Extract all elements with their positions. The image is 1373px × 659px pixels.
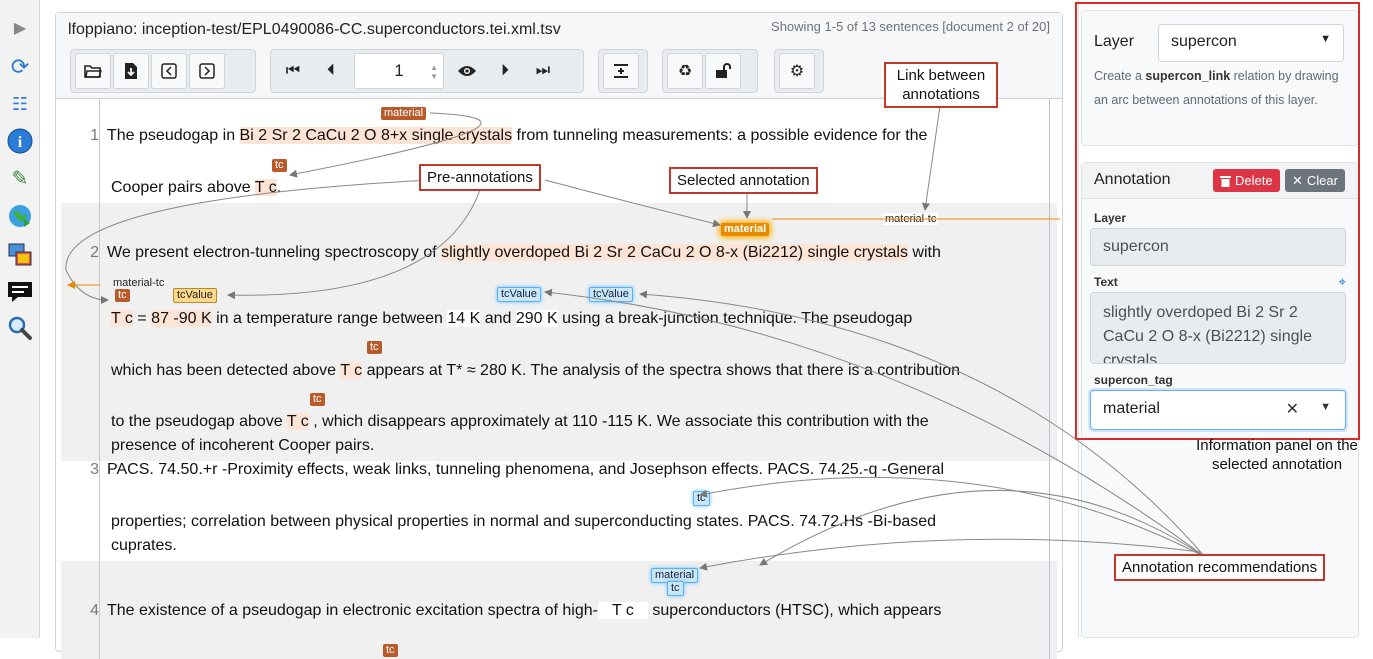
annotated-span-tc[interactable]: T c [340, 362, 363, 379]
label-material-selected[interactable]: material [721, 223, 770, 236]
info-panel-note: Information panel on the selected annotat… [1196, 437, 1358, 473]
pre-annotations-callout: Pre-annotations [419, 164, 541, 191]
document-toolbar [70, 49, 256, 93]
previous-document-button[interactable] [151, 53, 187, 89]
previous-page-button[interactable]: ⏴ [313, 53, 349, 89]
line-wrap-button[interactable] [603, 53, 639, 89]
annotation-editor: lfoppiano: inception-test/EPL0490086-CC.… [55, 12, 1063, 659]
label-tc[interactable]: tc [310, 393, 325, 406]
recommended-span[interactable]: 14 K [447, 310, 481, 327]
gutter-divider [99, 99, 100, 659]
sentence-number: 1 [90, 127, 99, 144]
forward-icon[interactable]: ▶ [5, 14, 35, 44]
next-document-button[interactable] [189, 53, 225, 89]
first-page-button[interactable]: ⏮ [275, 53, 311, 89]
sentence-line: Cooper pairs above T c. [111, 179, 282, 196]
label-tc[interactable]: tc [115, 289, 130, 302]
recommended-span[interactable]: 290 K [515, 310, 558, 327]
workflow-toolbar: ♻ [662, 49, 758, 93]
layout-toolbar [598, 49, 648, 93]
annotated-span-tc[interactable]: T c [286, 413, 309, 430]
page-spinner-icon[interactable]: ▲ ▼ [430, 63, 438, 81]
info-icon[interactable]: i [5, 126, 35, 156]
link-callout: Link between annotations [884, 62, 998, 108]
sentence-status: Showing 1-5 of 13 sentences [document 2 … [771, 19, 1050, 34]
label-tc[interactable]: tc [367, 341, 382, 354]
sentence-line: The existence of a pseudogap in electron… [107, 602, 942, 619]
globe-icon[interactable] [5, 201, 35, 231]
label-tcvalue[interactable]: tcValue [173, 288, 217, 303]
page-number-value: 1 [394, 61, 404, 80]
gear-icon[interactable]: ⚙ [779, 53, 815, 89]
sentence-line: PACS. 74.50.+r -Proximity effects, weak … [107, 461, 945, 478]
label-tc[interactable]: tc [383, 644, 398, 657]
relation-label[interactable]: material-tc [111, 277, 166, 289]
next-page-button[interactable]: ⏵ [487, 53, 523, 89]
export-document-button[interactable] [113, 53, 149, 89]
recommendation-tc[interactable]: tc [667, 581, 684, 596]
icon-rail: ▶ ⟳ ☷ i ✎ [0, 0, 40, 638]
page-number-input[interactable]: 1 ▲ ▼ [354, 53, 444, 89]
sentence-line: We present electron-tunneling spectrosco… [107, 244, 941, 261]
sentence-number: 2 [90, 244, 99, 261]
comment-icon[interactable] [5, 277, 35, 307]
sentence-line: presence of incoherent Cooper pairs. [111, 437, 375, 454]
sentence-line: cuprates. [111, 537, 177, 554]
navigation-toolbar: ⏮ ⏴ 1 ▲ ▼ ⏵ ⏭ [270, 49, 584, 93]
annotated-span-material[interactable]: Bi 2 Sr 2 CaCu 2 O 8+x single crystals [239, 127, 513, 144]
relation-label[interactable]: material-tc [883, 213, 939, 225]
unlock-icon[interactable] [705, 53, 741, 89]
right-border [1049, 99, 1050, 659]
tags-icon[interactable]: ✎ [5, 164, 35, 194]
label-tc[interactable]: tc [272, 159, 287, 172]
recommendation-tcvalue[interactable]: tcValue [589, 287, 633, 302]
annotated-span-material-selected[interactable]: slightly overdoped Bi 2 Sr 2 CaCu 2 O 8-… [441, 244, 908, 261]
sentence-view: 1 The pseudogap in Bi 2 Sr 2 CaCu 2 O 8+… [61, 99, 1057, 659]
annotated-span-tc[interactable]: T c [111, 310, 133, 327]
recommended-span[interactable]: T c [597, 602, 648, 619]
recycle-icon[interactable]: ♻ [667, 53, 703, 89]
sentence-line: to the pseudogap above T c , which disap… [111, 413, 929, 430]
images-icon[interactable] [5, 240, 35, 270]
recommended-span[interactable]: superconducting [574, 513, 692, 530]
layout-icon[interactable]: ☷ [5, 89, 35, 119]
search-icon[interactable] [5, 313, 35, 343]
recommendations-callout: Annotation recommendations [1114, 554, 1326, 581]
document-title: lfoppiano: inception-test/EPL0490086-CC.… [68, 21, 561, 38]
sentence-number: 3 [90, 461, 99, 478]
annotated-span-tc[interactable]: T c [254, 179, 277, 196]
last-page-button[interactable]: ⏭ [525, 53, 561, 89]
svg-text:i: i [18, 134, 23, 151]
label-material[interactable]: material [381, 107, 427, 120]
recommendation-tc[interactable]: tc [693, 491, 710, 506]
recommendation-tcvalue[interactable]: tcValue [497, 287, 541, 302]
info-panel-highlight [1075, 2, 1360, 440]
eye-icon[interactable] [449, 53, 485, 89]
sentence-line: properties; correlation between physical… [111, 513, 937, 530]
sentence-number: 4 [90, 602, 99, 619]
selected-annotation-callout: Selected annotation [669, 167, 818, 194]
sync-icon[interactable]: ⟳ [5, 52, 35, 82]
sentence-line: The pseudogap in Bi 2 Sr 2 CaCu 2 O 8+x … [107, 127, 928, 144]
settings-toolbar: ⚙ [774, 49, 824, 93]
sentence-line: T c = 87 -90 K in a temperature range be… [111, 310, 913, 327]
open-document-button[interactable] [75, 53, 111, 89]
annotated-span-tcvalue[interactable]: 87 -90 K [151, 310, 212, 327]
sentence-line: which has been detected above T c appear… [111, 362, 961, 379]
